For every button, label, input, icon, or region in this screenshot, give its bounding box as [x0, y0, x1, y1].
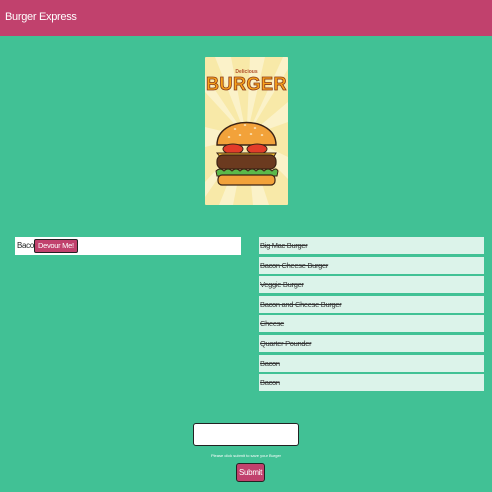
- submit-hint: Please click submit to save your Burger: [210, 453, 282, 458]
- devoured-item: Bacon Cheese Burger: [259, 256, 484, 274]
- burger-poster-image: Delicious BURGER: [205, 57, 288, 205]
- burger-name-input[interactable]: [193, 423, 299, 446]
- brand-link[interactable]: Burger Express: [5, 11, 77, 23]
- devoured-item: Cheese: [259, 315, 484, 333]
- devoured-list: Big Mac Burger Bacon Cheese Burger Veggi…: [259, 237, 484, 394]
- poster-big-title: BURGER: [205, 74, 287, 95]
- to-devour-item: Bacon Devour Me!: [15, 237, 241, 255]
- submit-button[interactable]: Submit: [236, 463, 266, 482]
- devoured-item: Bacon: [259, 354, 484, 372]
- devoured-item: Big Mac Burger: [259, 237, 484, 254]
- devoured-item: Bacon and Cheese Burger: [259, 295, 484, 313]
- devoured-item: Bacon: [259, 374, 484, 392]
- navbar: Burger Express: [0, 0, 492, 36]
- devoured-item: Quarter Pounder: [259, 334, 484, 352]
- devoured-item: Veggie Burger: [259, 276, 484, 294]
- devour-button[interactable]: Devour Me!: [34, 239, 78, 253]
